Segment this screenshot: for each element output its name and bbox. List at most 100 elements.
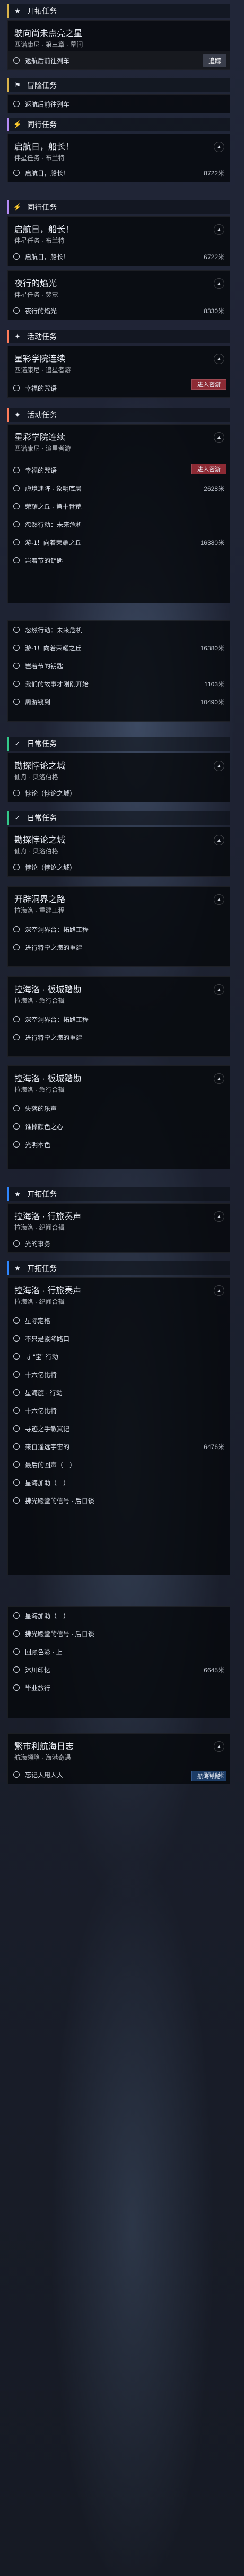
quest-step-row[interactable]: 岂着节的钥匙 — [8, 657, 230, 675]
quest-step-row[interactable]: 进行特宁之海的重建 — [8, 1028, 230, 1046]
chevron-up-icon[interactable]: ▲ — [214, 224, 224, 235]
quest-step-label: 忽然行动：未来危机 — [25, 626, 83, 634]
quest-step-row[interactable]: 荣耀之丘 · 第十番荒 — [8, 497, 230, 515]
quest-step-row[interactable]: 拂光殿堂的信号 · 后日谈 — [8, 1492, 230, 1510]
quest-subtitle: 拉海洛 · 急行合辑 — [14, 1086, 65, 1093]
quest-step-row[interactable]: 十六亿比特 — [8, 1365, 230, 1383]
quest-step-row[interactable]: 忽然行动：未来危机 — [8, 515, 230, 533]
quest-step-row[interactable]: 周游镜到 10490米 — [8, 693, 230, 711]
quest-step-row[interactable]: 星际定格 — [8, 1311, 230, 1329]
step-circle-icon — [13, 521, 20, 527]
chevron-up-icon[interactable]: ▲ — [214, 835, 224, 845]
chevron-up-icon[interactable]: ▲ — [214, 1211, 224, 1222]
quest-step-row[interactable]: 来自遥远宇宙的 6476米 — [8, 1437, 230, 1455]
quest-step-row[interactable]: 游-1！向着荣耀之丘 16380米 — [8, 639, 230, 657]
quest-step-row[interactable]: 我们的故事才刚刚开始 1103米 — [8, 675, 230, 693]
quest-card[interactable]: ▲ 夜行的焰光 伴星任务 · 焚霓 夜行的焰光 8330米 — [7, 270, 230, 320]
quest-card[interactable]: ▲ 启航日，船长！ 伴星任务 · 布兰特 启航日，船长！ 8722米 — [7, 134, 230, 182]
quest-step-row[interactable]: 虚境迷阵 · 象明底层 2628米 — [8, 479, 230, 497]
step-circle-icon — [13, 385, 20, 391]
chevron-up-icon[interactable]: ▲ — [214, 1741, 224, 1752]
chevron-up-icon[interactable]: ▲ — [214, 984, 224, 995]
quest-step-row[interactable]: 夜行的焰光 8330米 — [8, 302, 230, 320]
quest-step-row[interactable]: 十六亿比特 — [8, 1401, 230, 1419]
quest-step-label: 拂光殿堂的信号 · 后日谈 — [25, 1630, 94, 1638]
quest-step-row[interactable]: 启航日，船长！ 6722米 — [8, 248, 230, 266]
activity-badge[interactable]: 进入密游 — [191, 464, 226, 474]
spark-icon: ✦ — [14, 332, 21, 340]
chevron-up-icon[interactable]: ▲ — [214, 278, 224, 289]
quest-step-row[interactable]: 不只是紧降路口 — [8, 1329, 230, 1347]
chevron-up-icon[interactable]: ▲ — [214, 142, 224, 152]
quest-step-row[interactable]: 沐川印忆 6645米 — [8, 1661, 230, 1679]
quest-step-row[interactable]: 游-1！向着荣耀之丘 16380米 — [8, 533, 230, 551]
quest-step-row[interactable]: 寻迹之手敏冥记 — [8, 1419, 230, 1437]
quest-step-label: 谁掉颜色之心 — [25, 1123, 64, 1131]
quest-step-row[interactable]: 岂着节的钥匙 — [8, 551, 230, 569]
quest-card[interactable]: 航海领路 ▲ 繁市利航海日志 航海领略 · 海港奇遇 忘记人用人人 7546米 — [7, 1733, 230, 1784]
quest-log: ★ 开拓任务 驶向尚未点亮之星 匹诺康尼 · 第三章 · 幕间 返航后前往列车 … — [0, 0, 244, 2576]
quest-card-expanded[interactable]: ▲ 开辟洞界之路 拉海洛 · 重建工程 深空洞界台：拓路工程 进行特宁之海的重建 — [7, 886, 230, 967]
quest-step-row[interactable]: 失落的乐声 — [8, 1099, 230, 1117]
quest-card-expanded[interactable]: ▲ 拉海洛 · 行旅奏声 拉海洛 · 纪闻合辑 星际定格 不只是紧降路口 寻 “… — [7, 1277, 230, 1575]
quest-step-row[interactable]: 最后的回声（一） — [8, 1455, 230, 1474]
quest-step-label: 岂着节的钥匙 — [25, 557, 64, 564]
quest-card-expanded[interactable]: ▲ 拉海洛 · 板城踏勘 拉海洛 · 急行合辑 深空洞界台：拓路工程 进行特宁之… — [7, 976, 230, 1057]
quest-step-label: 光的事务 — [25, 1240, 51, 1248]
quest-step-label: 悖论（悖论之城） — [25, 789, 76, 797]
quest-step-row[interactable]: 拂光殿堂的信号 · 后日谈 — [8, 1625, 230, 1643]
quest-step-row[interactable]: 毕业旅行 — [8, 1679, 230, 1697]
quest-step-row[interactable]: 幸福的咒语 — [8, 379, 230, 397]
quest-card[interactable]: ▲ 勘探悖论之城 仙舟 · 贝洛伯格 悖论（悖论之城） — [7, 827, 230, 877]
chevron-up-icon[interactable]: ▲ — [214, 1073, 224, 1084]
star-icon: ★ — [14, 1190, 21, 1198]
quest-step-row[interactable]: 星海旋 · 行动 — [8, 1383, 230, 1401]
quest-step-row[interactable]: 悖论（悖论之城） — [8, 858, 230, 876]
quest-step-row[interactable]: 启航日，船长！ 8722米 — [8, 164, 230, 182]
star-icon: ★ — [14, 1264, 21, 1272]
quest-step-row[interactable]: 光明本色 — [8, 1135, 230, 1153]
chevron-up-icon[interactable]: ▲ — [214, 354, 224, 364]
chevron-up-icon[interactable]: ▲ — [214, 761, 224, 771]
quest-step-row[interactable]: 返航后前往列车 追踪 — [8, 51, 230, 69]
distance-value: 16380米 — [200, 644, 224, 652]
chevron-up-icon[interactable]: ▲ — [214, 432, 224, 443]
track-button[interactable]: 追踪 — [203, 54, 226, 67]
quest-card-expanded[interactable]: 进入密游 ▲ 星彩学院连续 匹诺康尼 · 追星者游 幸福的咒语 虚境迷阵 · 象… — [7, 424, 230, 603]
quest-step-row[interactable]: 深空洞界台：拓路工程 — [8, 920, 230, 938]
quest-step-row[interactable]: 返航后前往列车 — [8, 95, 230, 113]
quest-step-row[interactable]: 深空洞界台：拓路工程 — [8, 1010, 230, 1028]
step-circle-icon — [13, 663, 20, 669]
step-circle-icon — [13, 1630, 20, 1637]
quest-card[interactable]: ▲ 勘探悖论之城 仙舟 · 贝洛伯格 悖论（悖论之城） — [7, 753, 230, 802]
quest-step-label: 星海旋 · 行动 — [25, 1389, 63, 1397]
quest-step-row[interactable]: 忘记人用人人 7546米 — [8, 1766, 230, 1784]
step-circle-icon — [13, 1648, 20, 1655]
flag-icon: ⚑ — [14, 81, 21, 89]
quest-card[interactable]: 驶向尚未点亮之星 匹诺康尼 · 第三章 · 幕间 返航后前往列车 追踪 — [7, 20, 230, 70]
quest-step-row[interactable]: 星海加助（一） — [8, 1474, 230, 1492]
quest-row[interactable]: 返航后前往列车 — [7, 94, 230, 113]
distance-value: 7546米 — [204, 1771, 224, 1779]
quest-step-row[interactable]: 忽然行动：未来危机 — [8, 621, 230, 639]
quest-step-row[interactable]: 星海加助（一） — [8, 1607, 230, 1625]
quest-step-row[interactable]: 回顾色彩 · 上 — [8, 1643, 230, 1661]
quest-step-row[interactable]: 进行特宁之海的重建 — [8, 938, 230, 956]
quest-step-label: 返航后前往列车 — [25, 57, 70, 65]
quest-card[interactable]: 进入密游 ▲ 星彩学院连续 匹诺康尼 · 追星者游 幸福的咒语 — [7, 346, 230, 398]
quest-card-expanded[interactable]: ▲ 拉海洛 · 板城踏勘 拉海洛 · 急行合辑 失落的乐声 谁掉颜色之心 光明本… — [7, 1065, 230, 1169]
star-icon: ★ — [14, 7, 21, 15]
quest-step-row[interactable]: 寻 “宝” 行动 — [8, 1347, 230, 1365]
quest-card[interactable]: ▲ 拉海洛 · 行旅奏声 拉海洛 · 纪闻合辑 光的事务 — [7, 1203, 230, 1253]
step-circle-icon — [13, 467, 20, 473]
quest-card[interactable]: ▲ 启航日，船长！ 伴星任务 · 布兰特 启航日，船长！ 6722米 — [7, 216, 230, 266]
quest-step-row[interactable]: 光的事务 — [8, 1234, 230, 1252]
quest-step-row[interactable]: 谁掉颜色之心 — [8, 1117, 230, 1135]
quest-step-label: 幸福的咒语 — [25, 466, 57, 474]
step-circle-icon — [13, 1123, 20, 1130]
chevron-up-icon[interactable]: ▲ — [214, 894, 224, 905]
quest-step-row[interactable]: 悖论（悖论之城） — [8, 784, 230, 802]
check-icon: ✓ — [14, 814, 21, 822]
chevron-up-icon[interactable]: ▲ — [214, 1285, 224, 1296]
quest-step-label: 夜行的焰光 — [25, 307, 57, 315]
